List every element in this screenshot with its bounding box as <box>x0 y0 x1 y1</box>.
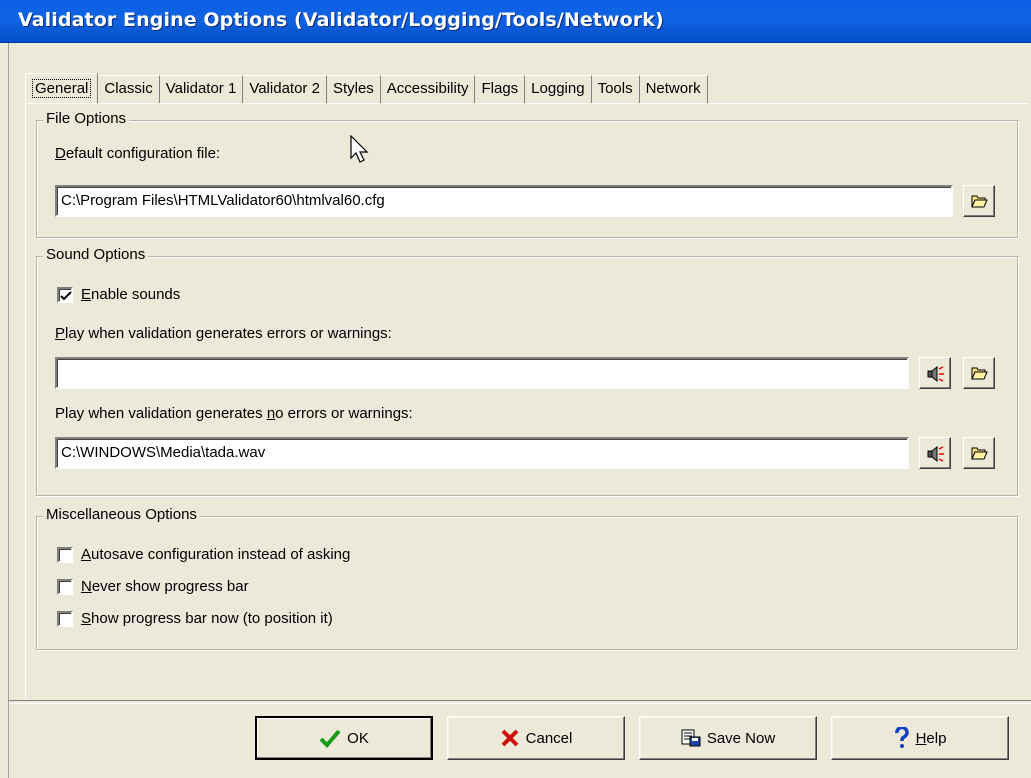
misc-options-group: Miscellaneous Options Autosave configura… <box>36 506 1018 650</box>
tab-validator-2[interactable]: Validator 2 <box>243 75 327 103</box>
folder-open-icon <box>971 447 988 460</box>
save-now-button[interactable]: Save Now <box>639 716 817 760</box>
config-browse-button[interactable] <box>963 185 995 217</box>
ok-button[interactable]: OK <box>255 716 433 760</box>
dialog-body: General Classic Validator 1 Validator 2 … <box>8 43 1031 778</box>
errors-play-button[interactable] <box>919 357 951 389</box>
tab-tools[interactable]: Tools <box>591 75 640 103</box>
no-errors-play-button[interactable] <box>919 437 951 469</box>
folder-open-icon <box>971 195 988 208</box>
enable-sounds-label: Enable sounds <box>81 286 181 303</box>
errors-sound-label: Play when validation generates errors or… <box>55 325 392 342</box>
tab-logging[interactable]: Logging <box>525 75 592 103</box>
autosave-checkbox[interactable] <box>57 547 73 563</box>
autosave-label: Autosave configuration instead of asking <box>81 546 351 563</box>
enable-sounds-checkbox[interactable] <box>57 287 73 303</box>
save-disk-icon <box>681 729 701 747</box>
tab-strip: General Classic Validator 1 Validator 2 … <box>25 73 708 103</box>
no-errors-browse-button[interactable] <box>963 437 995 469</box>
errors-sound-field[interactable] <box>55 357 909 389</box>
file-options-group: File Options Default configuration file:… <box>36 110 1018 238</box>
no-errors-sound-field[interactable]: C:\WINDOWS\Media\tada.wav <box>55 437 909 469</box>
tab-accessibility[interactable]: Accessibility <box>380 75 476 103</box>
general-tab-panel: File Options Default configuration file:… <box>25 103 1029 701</box>
mouse-cursor-icon <box>350 135 369 163</box>
title-bar[interactable]: Validator Engine Options (Validator/Logg… <box>0 0 1031 43</box>
tab-styles[interactable]: Styles <box>326 75 381 103</box>
speaker-icon <box>927 366 944 382</box>
never-show-progress-checkbox[interactable] <box>57 579 73 595</box>
config-file-field[interactable]: C:\Program Files\HTMLValidator60\htmlval… <box>55 185 953 217</box>
show-progress-now-label: Show progress bar now (to position it) <box>81 610 333 627</box>
cancel-button[interactable]: Cancel <box>447 716 625 760</box>
folder-open-icon <box>971 367 988 380</box>
show-progress-now-checkbox[interactable] <box>57 611 73 627</box>
sound-options-group: Sound Options Enable sounds Play when va… <box>36 246 1018 496</box>
red-x-icon <box>501 729 519 747</box>
checkmark-icon <box>60 291 72 301</box>
tab-network[interactable]: Network <box>639 75 708 103</box>
never-show-progress-label: Never show progress bar <box>81 578 249 595</box>
tab-validator-1[interactable]: Validator 1 <box>159 75 244 103</box>
sound-options-legend: Sound Options <box>43 246 149 263</box>
file-options-legend: File Options <box>43 110 130 127</box>
tab-classic[interactable]: Classic <box>98 75 160 103</box>
errors-browse-button[interactable] <box>963 357 995 389</box>
tab-general[interactable]: General <box>25 73 99 103</box>
tab-flags[interactable]: Flags <box>475 75 526 103</box>
question-mark-icon <box>894 727 909 748</box>
help-button[interactable]: Help <box>831 716 1009 760</box>
footer-separator <box>9 700 1031 704</box>
no-errors-sound-label: Play when validation generates no errors… <box>55 405 413 422</box>
misc-options-legend: Miscellaneous Options <box>43 506 200 523</box>
speaker-icon <box>927 446 944 462</box>
config-file-label: Default configuration file: <box>55 145 221 162</box>
window-title: Validator Engine Options (Validator/Logg… <box>18 9 664 31</box>
green-check-icon <box>319 729 341 748</box>
